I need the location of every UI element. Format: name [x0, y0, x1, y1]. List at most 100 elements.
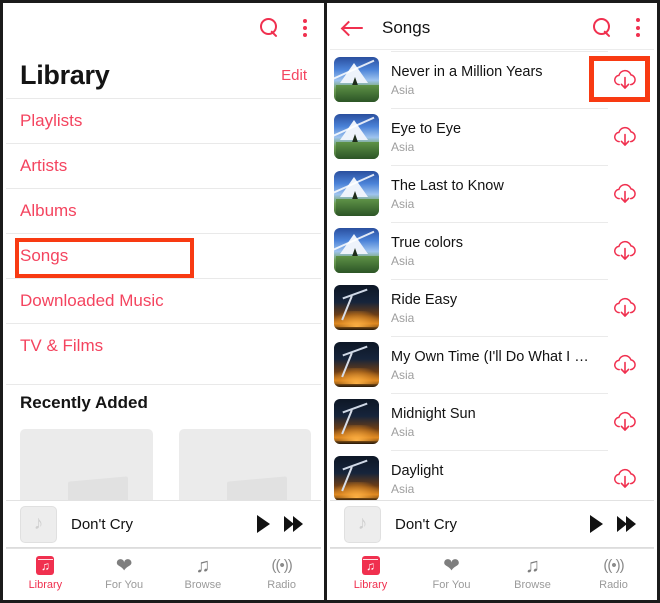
- cloud-download-glyph: [612, 354, 638, 376]
- song-title: Never in a Million Years: [391, 63, 543, 80]
- section-divider: [6, 384, 321, 385]
- search-glyph: [260, 18, 280, 38]
- library-item-artists[interactable]: Artists: [6, 143, 321, 188]
- song-row[interactable]: The Last to Know Asia: [330, 165, 654, 222]
- back-arrow-icon[interactable]: [342, 19, 364, 37]
- library-item-label: Playlists: [20, 111, 83, 130]
- more-vertical-icon[interactable]: [635, 18, 640, 37]
- tab-radio[interactable]: ((•)) Radio: [242, 549, 321, 597]
- song-artist: Asia: [391, 481, 415, 496]
- page-title: Library: [20, 59, 110, 90]
- left-top-bar: [6, 6, 321, 50]
- album-artwork: [334, 171, 379, 216]
- left-panel-content: Library Edit Playlists Artists Albums Songs…: [6, 6, 321, 597]
- more-vertical-icon[interactable]: [302, 18, 307, 38]
- bottom-tab-bar-right: ♫ Library ❤ For You ♫ Browse ((•)) Radio: [330, 548, 654, 597]
- heart-icon: ❤: [443, 554, 460, 577]
- fast-forward-button[interactable]: [284, 516, 303, 532]
- song-row[interactable]: My Own Time (I'll Do What I … Asia: [330, 336, 654, 393]
- cloud-download-icon[interactable]: [608, 240, 642, 262]
- song-title: True colors: [391, 234, 463, 251]
- song-row[interactable]: Eye to Eye Asia: [330, 108, 654, 165]
- recently-added-artwork[interactable]: [20, 429, 153, 507]
- song-row[interactable]: Ride Easy Asia: [330, 279, 654, 336]
- album-artwork: [334, 285, 379, 330]
- search-glyph: [593, 17, 613, 38]
- library-item-label: Albums: [20, 201, 77, 220]
- play-button[interactable]: [590, 515, 603, 533]
- cloud-download-icon[interactable]: [608, 354, 642, 376]
- library-icon: ♫: [361, 556, 380, 575]
- more-vertical-glyph: [635, 18, 640, 37]
- library-item-albums[interactable]: Albums: [6, 188, 321, 233]
- song-artist: Asia: [391, 253, 415, 268]
- tab-for-you[interactable]: ❤ For You: [85, 549, 164, 597]
- song-info: Never in a Million Years Asia: [391, 51, 608, 108]
- song-info: The Last to Know Asia: [391, 165, 608, 222]
- song-row[interactable]: Midnight Sun Asia: [330, 393, 654, 450]
- search-icon[interactable]: [593, 17, 613, 38]
- tab-for-you[interactable]: ❤ For You: [411, 549, 492, 597]
- cloud-download-glyph: [612, 411, 638, 433]
- mini-player-right[interactable]: ♪ Don't Cry: [330, 500, 654, 548]
- album-artwork: [334, 342, 379, 387]
- song-list: Never in a Million Years Asia Eye to Eye As…: [330, 51, 654, 500]
- radio-waves-icon: ((•)): [603, 556, 624, 574]
- tab-icon-wrapper: ♫: [525, 555, 540, 576]
- mini-player-controls: [590, 515, 640, 533]
- tab-browse[interactable]: ♫ Browse: [164, 549, 243, 597]
- more-vertical-glyph: [302, 18, 307, 38]
- tab-label: Browse: [514, 579, 551, 591]
- cloud-download-icon[interactable]: [608, 183, 642, 205]
- library-item-playlists[interactable]: Playlists: [6, 98, 321, 143]
- cloud-download-icon[interactable]: [608, 69, 642, 91]
- tab-icon-wrapper: ♫: [361, 555, 380, 576]
- song-row[interactable]: Never in a Million Years Asia: [330, 51, 654, 108]
- song-artist: Asia: [391, 82, 415, 97]
- library-item-tv-films[interactable]: TV & Films: [6, 323, 321, 368]
- library-item-downloaded-music[interactable]: Downloaded Music: [6, 278, 321, 323]
- recently-added-row: [20, 429, 311, 507]
- fast-forward-button[interactable]: [617, 516, 636, 532]
- tab-label: Library: [353, 579, 388, 591]
- song-row[interactable]: Daylight Asia: [330, 450, 654, 500]
- right-panel-frame: Songs Never in a Million Years Asia Eye to…: [327, 0, 660, 603]
- cloud-download-glyph: [612, 468, 638, 490]
- radio-waves-icon: ((•)): [271, 556, 293, 574]
- song-artist: Asia: [391, 310, 415, 325]
- song-title: Midnight Sun: [391, 405, 476, 422]
- tab-label: For You: [105, 579, 144, 591]
- song-artist: Asia: [391, 196, 415, 211]
- tab-icon-wrapper: ♫: [36, 555, 55, 576]
- tab-library[interactable]: ♫ Library: [330, 549, 411, 597]
- right-top-bar: Songs: [330, 6, 654, 50]
- cloud-download-glyph: [612, 240, 638, 262]
- cloud-download-icon[interactable]: [608, 468, 642, 490]
- song-row[interactable]: True colors Asia: [330, 222, 654, 279]
- tab-library[interactable]: ♫ Library: [6, 549, 85, 597]
- song-title: The Last to Know: [391, 177, 504, 194]
- tab-icon-wrapper: ((•)): [603, 555, 624, 576]
- song-artist: Asia: [391, 424, 415, 439]
- library-item-label: Artists: [20, 156, 68, 175]
- heart-icon: ❤: [115, 554, 133, 577]
- search-icon[interactable]: [260, 18, 280, 38]
- cloud-download-icon[interactable]: [608, 126, 642, 148]
- tab-browse[interactable]: ♫ Browse: [492, 549, 573, 597]
- song-title: Eye to Eye: [391, 120, 462, 137]
- screenshot-root: Library Edit Playlists Artists Albums Songs…: [0, 0, 660, 603]
- album-artwork: [334, 228, 379, 273]
- library-item-songs[interactable]: Songs: [6, 233, 321, 278]
- recently-added-artwork[interactable]: [178, 429, 311, 507]
- mini-player-left[interactable]: ♪ Don't Cry: [6, 500, 321, 548]
- cloud-download-icon[interactable]: [608, 297, 642, 319]
- edit-button[interactable]: Edit: [281, 67, 307, 84]
- tab-radio[interactable]: ((•)) Radio: [573, 549, 654, 597]
- play-button[interactable]: [257, 515, 270, 533]
- tab-label: Library: [28, 579, 63, 591]
- tab-label: For You: [432, 579, 471, 591]
- right-panel-content: Songs Never in a Million Years Asia Eye to…: [330, 6, 654, 597]
- song-title: Ride Easy: [391, 291, 458, 308]
- cloud-download-icon[interactable]: [608, 411, 642, 433]
- library-heading-row: Library Edit: [6, 54, 321, 96]
